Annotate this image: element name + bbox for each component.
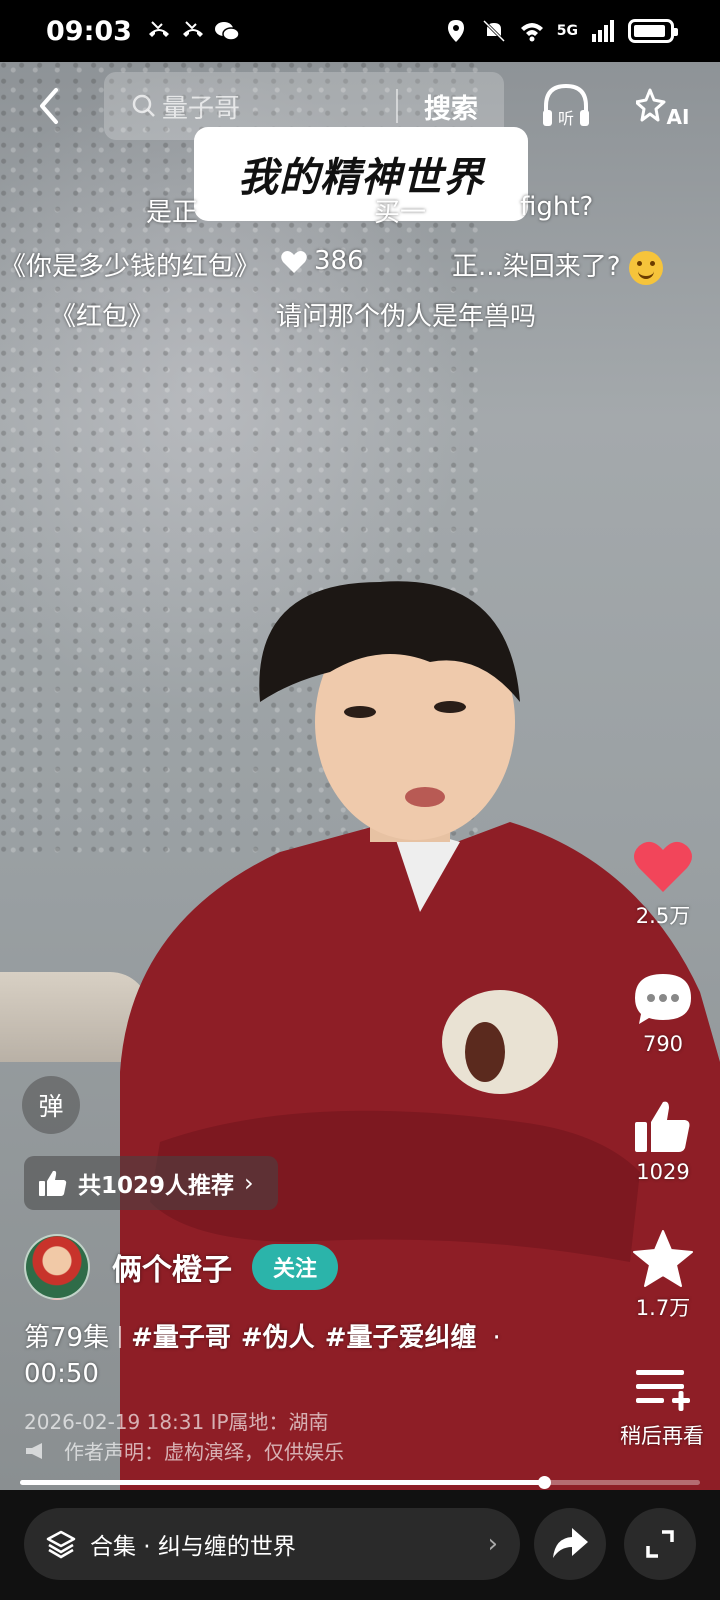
collection-button[interactable]: 合集 · 纠与缠的世界 › [24,1508,520,1580]
headphones-icon[interactable]: 听 [540,82,592,132]
video-title-card: 我的精神世界 [194,127,528,221]
separator [119,1326,122,1348]
network-type: 5G [556,23,578,39]
hashtag[interactable]: #量子哥 [131,1323,231,1353]
comment-count: 790 [642,1032,684,1056]
hashtag[interactable]: #伪人 [241,1323,315,1353]
missed-call-icon [148,21,169,37]
smiley-icon [628,250,663,285]
danmaku-item: 《你是多少钱的红包》 [0,252,261,282]
thumbs-up-icon [39,1170,67,1196]
danmaku-emoji-item: 正...染回来了? [452,246,663,285]
search-button[interactable]: 搜索 [398,87,504,126]
chevron-right-icon: › [244,1169,254,1197]
search-icon [132,94,155,117]
recommend-text: 共1029人推荐 [78,1173,235,1199]
jacket-patch [442,990,558,1094]
recommend-button[interactable]: 1029 [626,1098,700,1184]
share-button[interactable] [534,1508,606,1580]
avatar[interactable] [24,1234,90,1300]
disclaimer-text: 作者声明：虚构演绎，仅供娱乐 [64,1440,344,1464]
mute-bell-icon [482,19,505,43]
heart-icon [634,841,692,892]
listen-label: 听 [558,109,574,128]
watch-later-button[interactable]: 稍后再看 [612,1364,712,1450]
hashtag[interactable]: #量子爱纠缠 [325,1323,477,1353]
recommend-count: 1029 [636,1160,690,1184]
danmaku-item: 请问那个伪人是年兽吗 [276,302,537,332]
favorite-button[interactable]: 1.7万 [626,1228,700,1322]
location-icon [447,20,464,42]
ai-label: AI [667,105,690,129]
missed-call-icon-2 [182,21,203,37]
announcement-icon [26,1442,42,1459]
chevron-right-icon: › [487,1529,498,1559]
danmaku-item: fight? [520,192,594,222]
danmaku-item: 买一 [374,198,427,228]
thumbs-up-icon [635,1101,690,1152]
comment-icon [635,974,691,1024]
ai-sparkle-icon[interactable]: AI [636,84,692,132]
like-count: 2.5万 [635,904,691,928]
more-dot: · [492,1323,501,1353]
watch-later-icon [636,1370,690,1411]
share-icon [553,1528,588,1558]
video-description: 第79集 #量子哥 #伪人 #量子爱纠缠 · 00:50 [24,1320,544,1392]
star-icon [633,1230,693,1287]
watch-later-label: 稍后再看 [620,1424,704,1448]
episode-label[interactable]: 第79集 [24,1323,109,1353]
fullscreen-icon [646,1530,674,1558]
clock: 09:03 [46,15,132,47]
collection-label: 合集 · 纠与缠的世界 [90,1534,296,1560]
battery-icon [628,19,678,43]
back-icon[interactable] [30,84,70,128]
author-disclaimer: 作者声明：虚构演绎，仅供娱乐 [24,1436,344,1465]
danmaku-toggle-button[interactable]: 弹 [22,1076,80,1134]
layers-icon [46,1530,76,1559]
battery-level [634,25,665,37]
danmaku-text: 正...染回来了? [452,252,621,282]
search-input[interactable]: 量子哥 [162,88,396,125]
signal-icon [592,20,614,42]
progress-bar[interactable] [20,1476,700,1489]
like-button[interactable]: 2.5万 [626,838,700,930]
recommend-banner[interactable]: 共1029人推荐 › [24,1156,278,1210]
status-bar: 09:03 5G [0,0,720,62]
progress-fill [20,1480,544,1485]
heart-icon [281,250,307,273]
progress-handle[interactable] [537,1476,551,1489]
fullscreen-button[interactable] [624,1508,696,1580]
danmaku-item: 《红包》 [50,302,155,332]
danmaku-liked-item: 386 [280,246,364,276]
video-duration: 00:50 [24,1359,99,1389]
wechat-icon [214,22,240,41]
wifi-icon [520,23,543,42]
danmaku-item: 是正 [146,198,199,228]
follow-button[interactable]: 关注 [252,1244,338,1290]
author-row: 俩个橙子 关注 [24,1234,338,1300]
comment-button[interactable]: 790 [626,970,700,1056]
author-name[interactable]: 俩个橙子 [112,1245,232,1289]
danmaku-like-count: 386 [314,246,364,276]
favorite-count: 1.7万 [635,1296,691,1320]
post-meta: 2026-02-19 18:31 IP属地：湖南 [24,1410,329,1434]
video-title: 我的精神世界 [238,155,484,201]
